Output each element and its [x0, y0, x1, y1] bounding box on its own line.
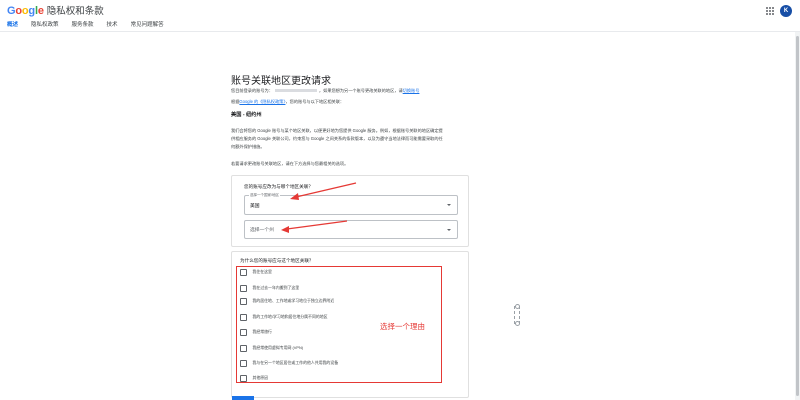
arrowhead-icon: [281, 226, 289, 233]
scrollbar-thumb[interactable]: [796, 36, 799, 396]
arrowhead-icon: [290, 193, 299, 200]
submit-button[interactable]: [232, 396, 254, 400]
annotation-arrows: [281, 182, 357, 233]
arrow-to-state: [286, 220, 348, 230]
annotation-label: 选择一个理由: [380, 322, 425, 331]
resize-handle[interactable]: [514, 304, 520, 326]
arrow-to-country: [295, 182, 357, 198]
